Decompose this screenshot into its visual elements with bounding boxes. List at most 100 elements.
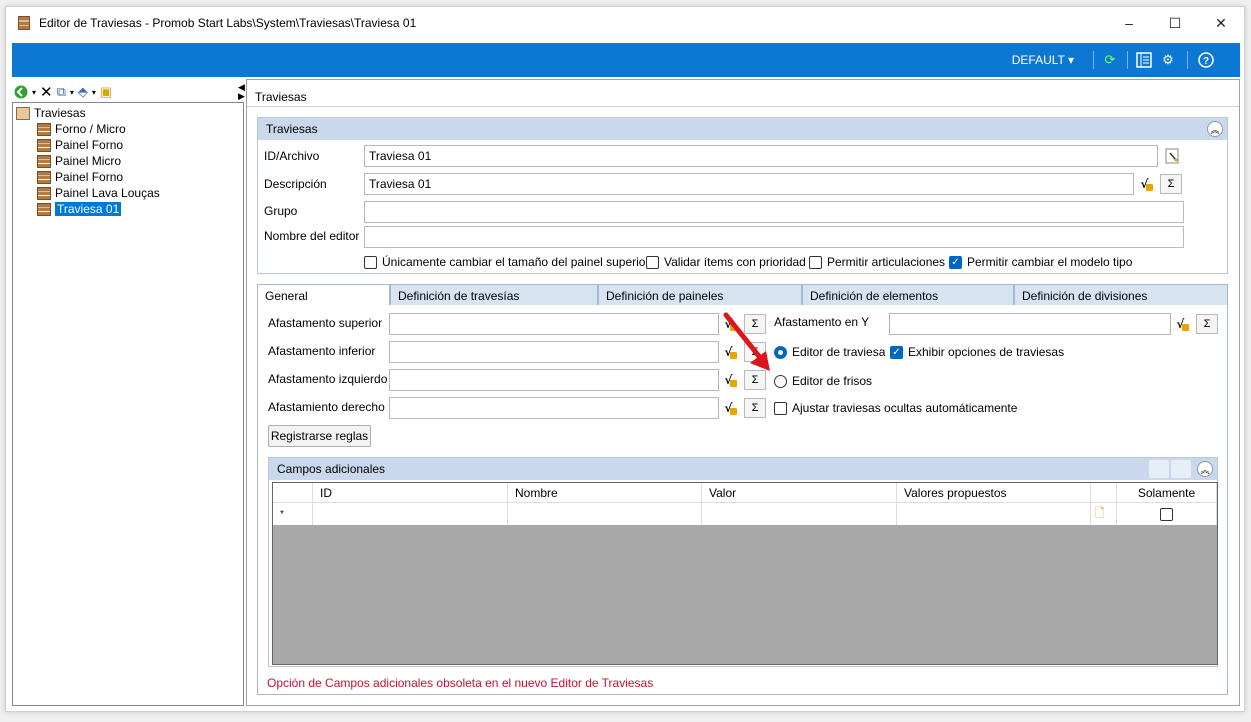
checkbox-box[interactable] xyxy=(364,255,377,269)
tree-item[interactable]: Painel Forno xyxy=(37,169,123,185)
chevron-down-icon[interactable]: ▾ xyxy=(92,88,96,97)
chevron-down-icon[interactable]: ▾ xyxy=(32,88,36,97)
tab-elementos[interactable]: Definición de elementos xyxy=(802,284,1014,306)
tree-item[interactable]: Forno / Micro xyxy=(37,121,126,137)
traviesa-icon xyxy=(37,154,51,168)
register-rules-button[interactable]: Registrarse reglas xyxy=(268,425,371,447)
settings-icon[interactable]: ⚙ xyxy=(1160,52,1176,68)
tree-item-selected[interactable]: Traviesa 01 xyxy=(37,201,122,217)
description-field[interactable]: Traviesa 01 xyxy=(364,173,1134,195)
tree-item[interactable]: Painel Lava Louças xyxy=(37,185,160,201)
column-header[interactable]: Valor xyxy=(702,483,897,502)
checkbox-box-checked[interactable]: ✓ xyxy=(890,345,903,359)
maximize-button[interactable]: ☐ xyxy=(1152,7,1198,39)
tree-item[interactable]: Painel Forno xyxy=(37,137,123,153)
allow-model-change-checkbox[interactable]: ✓ Permitir cambiar el modelo tipo xyxy=(949,255,1132,269)
tab-paineles[interactable]: Definición de paineles xyxy=(598,284,802,306)
y-offset-field[interactable] xyxy=(889,313,1171,335)
group-header: Campos adicionales ︽ xyxy=(269,458,1217,480)
checkbox-box[interactable] xyxy=(774,401,787,415)
title-bar: Editor de Traviesas - Promob Start Labs\… xyxy=(6,7,1244,39)
sigma-button[interactable]: Σ xyxy=(1160,174,1182,194)
checkbox-box-checked[interactable]: ✓ xyxy=(949,255,962,269)
checkbox-box[interactable] xyxy=(1160,507,1173,521)
tab-strip: General Definición de travesías Definici… xyxy=(257,284,1228,306)
minimize-button[interactable]: – xyxy=(1106,7,1152,39)
svg-text:?: ? xyxy=(1203,56,1209,67)
tree-root[interactable]: Traviesas xyxy=(16,105,86,121)
grid-option-button[interactable] xyxy=(1149,460,1169,478)
traviesas-group: Traviesas ︽ ID/Archivo Traviesa 01 Descr… xyxy=(257,117,1228,274)
sigma-button[interactable]: Σ xyxy=(744,398,766,418)
checkbox-box[interactable] xyxy=(809,255,822,269)
traviesa-icon xyxy=(37,170,51,184)
collapse-icon[interactable]: ︽ xyxy=(1207,121,1223,137)
help-icon[interactable]: ? xyxy=(1198,52,1214,68)
table-cell[interactable] xyxy=(508,503,702,525)
collapse-icon[interactable]: ︽ xyxy=(1197,461,1213,477)
editor-traviesa-radio[interactable]: Editor de traviesa xyxy=(774,345,885,359)
sigma-button[interactable]: Σ xyxy=(1196,314,1218,334)
allow-joints-checkbox[interactable]: Permitir articulaciones xyxy=(809,255,945,269)
desc-label: Descripción xyxy=(264,177,327,191)
radio-unselected[interactable] xyxy=(774,374,787,388)
tab-divisiones[interactable]: Definición de divisiones xyxy=(1014,284,1228,306)
table-cell[interactable] xyxy=(702,503,897,525)
top-ribbon: DEFAULT ▾ ⟳ ⚙ ? xyxy=(12,43,1240,77)
id-field[interactable]: Traviesa 01 xyxy=(364,145,1158,167)
close-button[interactable]: ✕ xyxy=(1198,7,1244,39)
formula-icon[interactable]: √ xyxy=(1136,174,1158,194)
grid-option-button[interactable] xyxy=(1171,460,1191,478)
left-offset-field[interactable] xyxy=(389,369,719,391)
group-field[interactable] xyxy=(364,201,1184,223)
additional-fields-grid[interactable]: ID Nombre Valor Valores propuestos Solam… xyxy=(272,482,1218,665)
formula-icon[interactable]: √ xyxy=(1172,314,1194,334)
editor-name-field[interactable] xyxy=(364,226,1184,248)
y-offset-label: Afastamento en Y xyxy=(774,315,870,329)
top-offset-field[interactable] xyxy=(389,313,719,335)
checkbox-box[interactable] xyxy=(646,255,659,269)
delete-icon[interactable]: ✕ xyxy=(40,83,53,101)
column-header[interactable]: Solamente xyxy=(1117,483,1217,502)
pick-file-icon[interactable] xyxy=(1162,146,1184,166)
show-traviesa-options-checkbox[interactable]: ✓ Exhibir opciones de traviesas xyxy=(890,345,1064,359)
new-row-marker: * xyxy=(273,503,313,525)
tab-general[interactable]: General xyxy=(257,284,390,306)
chevron-down-icon[interactable]: ▾ xyxy=(70,88,74,97)
export-icon[interactable]: ▣ xyxy=(100,84,112,100)
window-title: Editor de Traviesas - Promob Start Labs\… xyxy=(39,16,417,30)
bottom-offset-field[interactable] xyxy=(389,341,719,363)
id-label: ID/Archivo xyxy=(264,149,320,163)
back-icon[interactable] xyxy=(14,85,28,99)
tree-view[interactable]: Traviesas Forno / Micro Painel Forno Pai… xyxy=(12,102,244,706)
column-header[interactable]: Nombre xyxy=(508,483,702,502)
ribbon-separator xyxy=(1127,51,1128,69)
column-header[interactable]: ID xyxy=(313,483,508,502)
new-item-icon[interactable]: 🗋 xyxy=(1091,503,1117,525)
column-header xyxy=(1091,483,1117,502)
right-offset-field[interactable] xyxy=(389,397,719,419)
tab-traviesas[interactable]: Definición de travesías xyxy=(390,284,598,306)
validate-priority-checkbox[interactable]: Validar ítems con prioridad xyxy=(646,255,806,269)
layout-icon[interactable] xyxy=(1136,52,1152,68)
copy-icon[interactable]: ⧉ xyxy=(57,84,66,100)
traviesa-icon xyxy=(37,138,51,152)
column-header[interactable]: Valores propuestos xyxy=(897,483,1091,502)
tree-toolbar: ▾ ✕ ⧉ ▾ ⬘ ▾ ▣ xyxy=(14,81,246,103)
grid-header: ID Nombre Valor Valores propuestos Solam… xyxy=(273,483,1217,503)
splitter-arrows-icon[interactable]: ◀ ▶ xyxy=(238,83,246,101)
resize-top-panel-checkbox[interactable]: Únicamente cambiar el tamaño del painel … xyxy=(364,255,649,269)
field-label: Afastamento superior xyxy=(268,316,383,330)
refresh-icon[interactable]: ⟳ xyxy=(1102,52,1118,68)
tree-item[interactable]: Painel Micro xyxy=(37,153,121,169)
profile-dropdown[interactable]: DEFAULT ▾ xyxy=(1012,53,1074,67)
table-cell[interactable] xyxy=(313,503,508,525)
editor-frisos-radio[interactable]: Editor de frisos xyxy=(774,374,872,388)
table-cell[interactable] xyxy=(897,503,1091,525)
table-cell[interactable] xyxy=(1117,503,1217,525)
window-controls: – ☐ ✕ xyxy=(1106,7,1244,39)
auto-adjust-hidden-checkbox[interactable]: Ajustar traviesas ocultas automáticament… xyxy=(774,401,1017,415)
table-row[interactable]: * 🗋 xyxy=(273,503,1217,525)
move-icon[interactable]: ⬘ xyxy=(78,84,88,100)
formula-icon[interactable]: √ xyxy=(720,398,742,418)
